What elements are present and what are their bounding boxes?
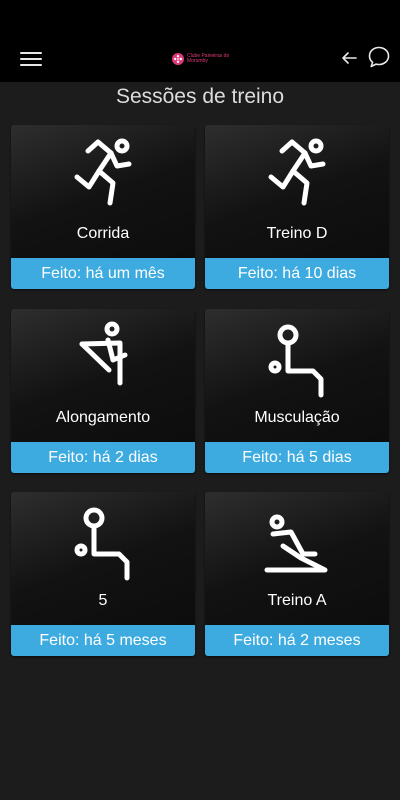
session-status: Feito: há 5 meses [11,625,195,656]
bodybuilding-icon [268,324,324,398]
session-card[interactable]: Corrida Feito: há um mês [11,125,195,289]
club-logo: Clube Paineiras do Morumby [172,50,237,68]
session-status: Feito: há 5 dias [205,442,389,473]
session-card[interactable]: 5 Feito: há 5 meses [11,492,195,656]
session-card[interactable]: Treino A Feito: há 2 meses [205,492,389,656]
flower-logo-icon [172,53,184,65]
session-name: 5 [98,592,108,609]
chat-bubble-icon[interactable] [367,45,391,69]
session-name: Alongamento [55,409,151,426]
running-icon [268,138,326,206]
session-status: Feito: há 2 meses [205,625,389,656]
session-name: Corrida [76,225,130,242]
logo-text: Clube Paineiras do Morumby [187,52,230,64]
session-card[interactable]: Alongamento Feito: há 2 dias [11,309,195,473]
session-status: Feito: há 10 dias [205,258,389,289]
session-card[interactable]: Treino D Feito: há 10 dias [205,125,389,289]
session-status: Feito: há um mês [11,258,195,289]
arrow-left-icon[interactable] [340,49,358,67]
system-status-bar [0,0,400,36]
session-name: Treino D [266,225,328,242]
app-bar: Clube Paineiras do Morumby [0,36,400,82]
session-card[interactable]: Musculação Feito: há 5 dias [205,309,389,473]
abdominal-icon [264,514,328,573]
running-icon [74,138,132,206]
page-title: Sessões de treino [115,85,285,108]
bodybuilding-icon [74,507,130,581]
session-name: Treino A [267,592,327,609]
session-status: Feito: há 2 dias [11,442,195,473]
session-name: Musculação [254,409,340,426]
hamburger-menu-icon[interactable] [20,52,42,66]
stretching-icon [79,321,128,386]
